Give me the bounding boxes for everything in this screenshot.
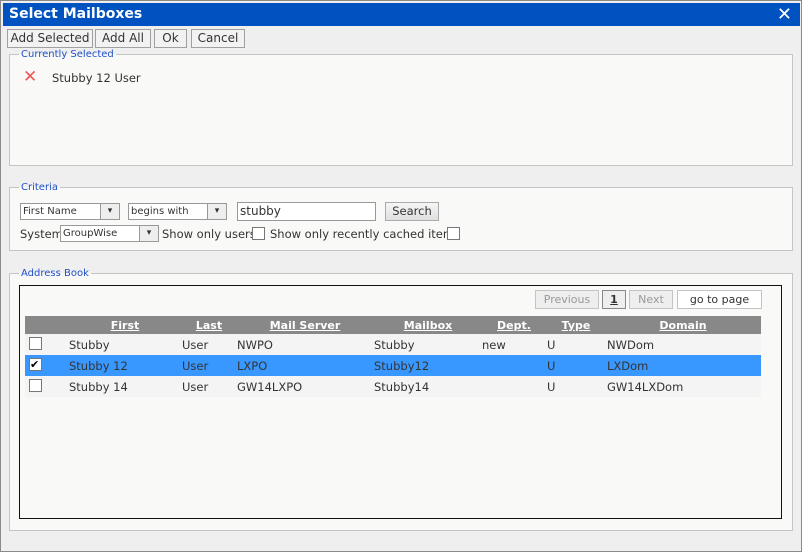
chevron-down-icon: ▾ (100, 204, 119, 219)
column-type[interactable]: Type (562, 319, 591, 332)
column-first[interactable]: First (111, 319, 140, 332)
address-book-legend: Address Book (21, 268, 89, 279)
table-row[interactable]: Stubby 14 User GW14LXPO Stubby14 U GW14LXDom (25, 376, 761, 397)
cell-domain: GW14LXDom (607, 380, 684, 394)
cell-type: U (547, 338, 556, 352)
cell-mailbox: Stubby14 (374, 380, 430, 394)
show-cached-checkbox[interactable] (447, 227, 460, 240)
go-to-page-input[interactable]: go to page (677, 290, 762, 309)
cell-domain: LXDom (607, 359, 649, 373)
cell-type: U (547, 380, 556, 394)
table-header: First Last Mail Server Mailbox Dept. Typ… (25, 316, 761, 334)
close-icon[interactable]: ✕ (777, 6, 792, 24)
search-value-input[interactable]: stubby (237, 202, 376, 221)
cell-mail-server: GW14LXPO (237, 380, 303, 394)
cell-first: Stubby 12 (69, 359, 128, 373)
cell-dept: new (482, 338, 506, 352)
row-checkbox[interactable] (29, 379, 42, 392)
column-mailbox[interactable]: Mailbox (404, 319, 452, 332)
cell-first: Stubby (69, 338, 110, 352)
chevron-down-icon: ▾ (139, 226, 158, 241)
field-select[interactable]: First Name ▾ (20, 203, 120, 220)
remove-x-icon[interactable]: ✕ (23, 67, 37, 87)
system-select[interactable]: GroupWise ▾ (60, 225, 159, 242)
criteria-legend: Criteria (21, 182, 58, 193)
row-checkbox[interactable] (29, 337, 42, 350)
system-select-value: GroupWise (63, 228, 118, 239)
show-only-users-label: Show only users (162, 227, 256, 241)
cell-mailbox: Stubby12 (374, 359, 430, 373)
title-bar: Select Mailboxes ✕ (3, 3, 800, 26)
search-button[interactable]: Search (385, 202, 439, 221)
previous-button[interactable]: Previous (535, 290, 599, 309)
system-label: System (20, 227, 63, 241)
select-mailboxes-dialog: Select Mailboxes ✕ Add Selected Add All … (0, 0, 802, 552)
cell-last: User (182, 359, 209, 373)
cell-domain: NWDom (607, 338, 655, 352)
cell-type: U (547, 359, 556, 373)
add-all-button[interactable]: Add All (95, 29, 151, 48)
cancel-button[interactable]: Cancel (191, 29, 245, 48)
table-row[interactable]: ✔ Stubby 12 User LXPO Stubby12 U LXDom (25, 355, 761, 376)
operator-select[interactable]: begins with ▾ (128, 203, 227, 220)
show-cached-label: Show only recently cached items (270, 227, 461, 241)
table-row[interactable]: Stubby User NWPO Stubby new U NWDom (25, 334, 761, 355)
chevron-down-icon: ▾ (207, 204, 226, 219)
cell-last: User (182, 338, 209, 352)
cell-mail-server: LXPO (237, 359, 268, 373)
show-only-users-checkbox[interactable] (252, 227, 265, 240)
column-domain[interactable]: Domain (659, 319, 706, 332)
field-select-value: First Name (23, 206, 77, 217)
column-last[interactable]: Last (196, 319, 222, 332)
cell-last: User (182, 380, 209, 394)
currently-selected-legend: Currently Selected (21, 49, 114, 60)
dialog-title: Select Mailboxes (9, 6, 143, 22)
column-mail-server[interactable]: Mail Server (270, 319, 341, 332)
next-button[interactable]: Next (629, 290, 673, 309)
currently-selected-section: Currently Selected (9, 49, 793, 166)
cell-mailbox: Stubby (374, 338, 415, 352)
row-checkbox[interactable]: ✔ (29, 358, 42, 371)
ok-button[interactable]: Ok (154, 29, 187, 48)
selected-item-label: Stubby 12 User (52, 71, 141, 85)
cell-mail-server: NWPO (237, 338, 273, 352)
operator-select-value: begins with (131, 206, 189, 217)
page-1-button[interactable]: 1 (602, 290, 626, 309)
cell-first: Stubby 14 (69, 380, 128, 394)
column-dept[interactable]: Dept. (497, 319, 531, 332)
add-selected-button[interactable]: Add Selected (7, 29, 93, 48)
